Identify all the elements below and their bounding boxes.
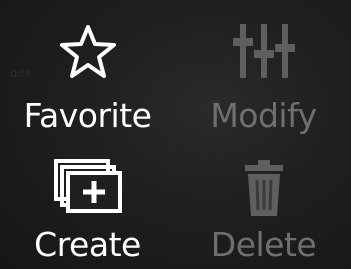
delete-button[interactable]: Delete — [176, 135, 351, 269]
favorite-button[interactable]: Favorite — [0, 0, 175, 135]
create-button[interactable]: Create — [0, 135, 175, 269]
trash-icon — [176, 158, 351, 218]
star-icon — [0, 22, 175, 82]
delete-label: Delete — [210, 225, 317, 264]
favorite-label: Favorite — [23, 96, 152, 135]
add-copy-icon — [0, 157, 175, 219]
modify-label: Modify — [210, 96, 317, 135]
create-label: Create — [34, 225, 141, 264]
sliders-icon — [176, 20, 351, 82]
modify-button[interactable]: Modify — [176, 0, 351, 135]
